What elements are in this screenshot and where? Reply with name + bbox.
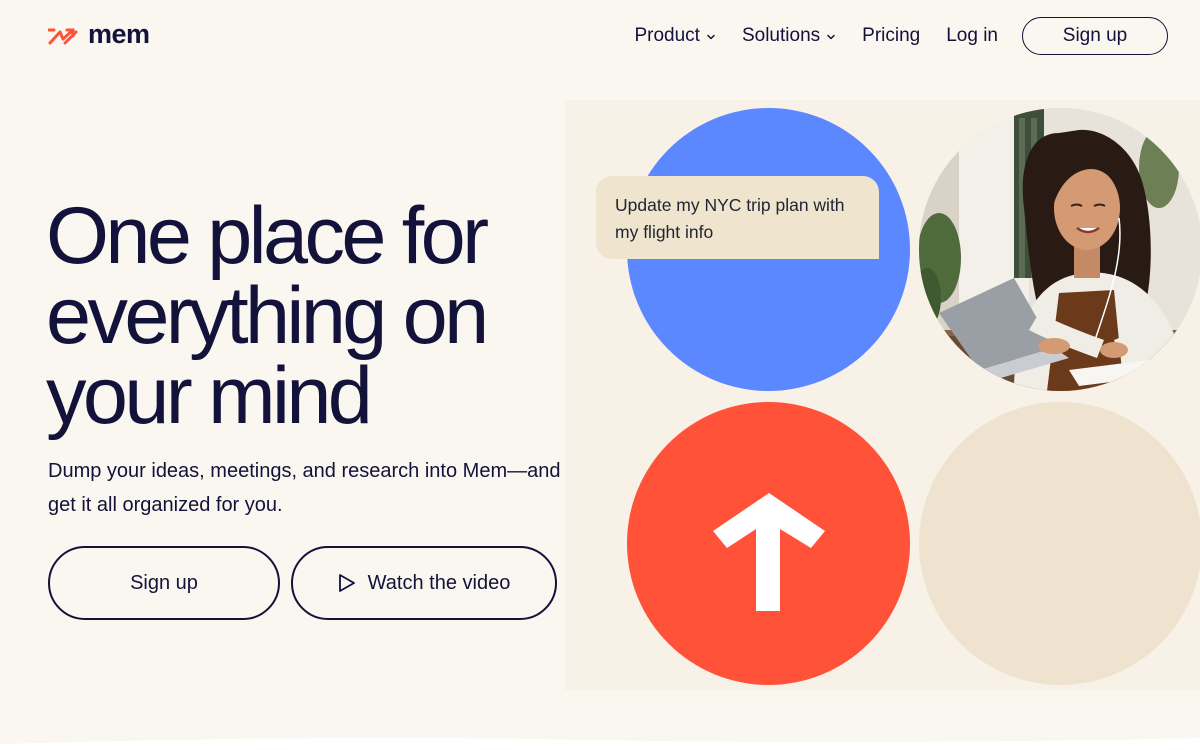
nav-signup-button[interactable]: Sign up [1022, 17, 1168, 55]
chat-bubble: Update my NYC trip plan with my flight i… [596, 176, 879, 259]
chevron-down-icon [827, 34, 835, 40]
hero-cta-row: Sign up Watch the video [48, 546, 557, 620]
nav-solutions[interactable]: Solutions [742, 25, 836, 47]
bottom-wave-decoration [0, 737, 1200, 750]
woman-laptop-illustration [919, 108, 1200, 391]
woman-laptop-photo [919, 108, 1200, 391]
play-icon [338, 574, 355, 592]
watch-video-button[interactable]: Watch the video [291, 546, 557, 620]
arrow-up-icon [713, 493, 825, 611]
nav-solutions-label: Solutions [741, 25, 821, 46]
nav-pricing[interactable]: Pricing [862, 25, 920, 47]
hero-subtext: Dump your ideas, meetings, and research … [48, 460, 561, 516]
nav-product-label: Product [634, 25, 700, 46]
brand-name: mem [88, 19, 150, 49]
top-nav: Product Solutions Pricing Log in Sign up [634, 16, 1168, 56]
hero-signup-button[interactable]: Sign up [48, 546, 280, 620]
hero-headline: One place for everything on your mind [46, 191, 489, 441]
mem-logo-arrows-icon [48, 28, 78, 45]
nav-product[interactable]: Product [634, 25, 715, 47]
watch-video-label: Watch the video [367, 571, 511, 594]
nav-login[interactable]: Log in [946, 25, 998, 47]
mem-logo[interactable]: mem [48, 20, 150, 52]
beige-circle [919, 402, 1200, 685]
chat-bubble-text: Update my NYC trip plan with my flight i… [615, 195, 845, 242]
chevron-down-icon [707, 34, 715, 40]
